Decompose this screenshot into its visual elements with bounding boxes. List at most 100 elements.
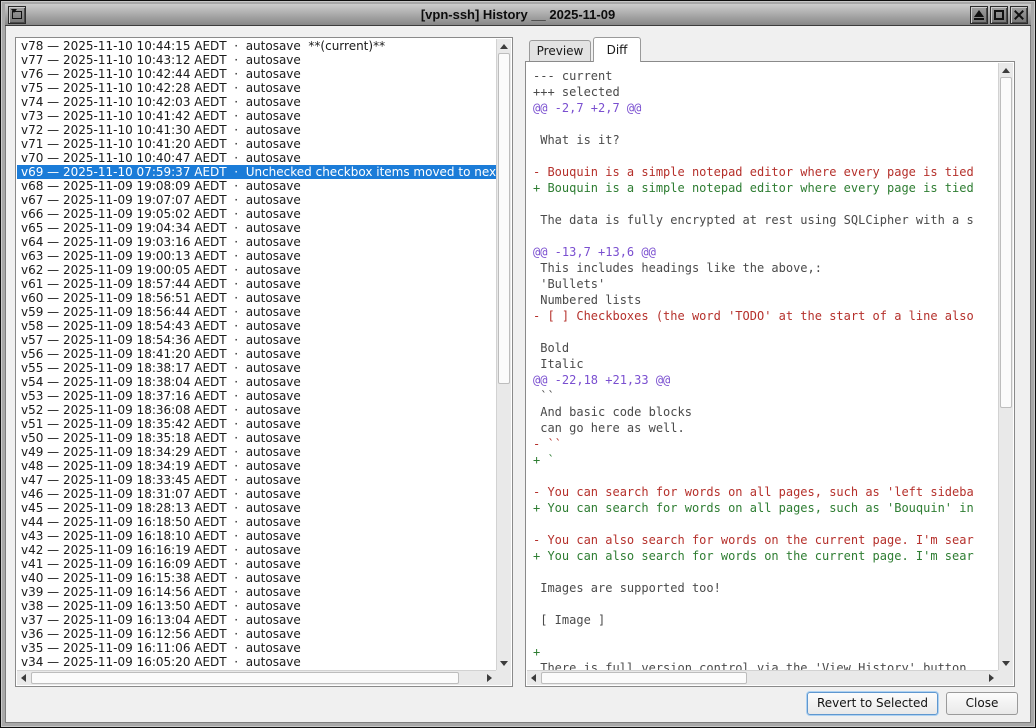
history-row[interactable]: v48 — 2025-11-09 18:34:19 AEDT · autosav… (17, 459, 496, 473)
diff-line: +++ selected (533, 84, 998, 100)
history-row[interactable]: v47 — 2025-11-09 18:33:45 AEDT · autosav… (17, 473, 496, 487)
close-button[interactable]: Close (946, 692, 1018, 715)
diff-line: There is full version control via the 'V… (533, 660, 998, 670)
history-row[interactable]: v78 — 2025-11-10 10:44:15 AEDT · autosav… (17, 39, 496, 53)
scroll-up-arrow-icon[interactable] (999, 63, 1014, 77)
diff-line: This includes headings like the above,: (533, 260, 998, 276)
version-history-list[interactable]: v78 — 2025-11-10 10:44:15 AEDT · autosav… (15, 37, 513, 687)
history-row[interactable]: v51 — 2025-11-09 18:35:42 AEDT · autosav… (17, 417, 496, 431)
history-row[interactable]: v68 — 2025-11-09 19:08:09 AEDT · autosav… (17, 179, 496, 193)
tab-diff[interactable]: Diff (593, 37, 641, 62)
history-row[interactable]: v36 — 2025-11-09 16:12:56 AEDT · autosav… (17, 627, 496, 641)
diff-line: 'Bullets' (533, 276, 998, 292)
history-row[interactable]: v53 — 2025-11-09 18:37:16 AEDT · autosav… (17, 389, 496, 403)
history-row[interactable]: v62 — 2025-11-09 19:00:05 AEDT · autosav… (17, 263, 496, 277)
history-row[interactable]: v73 — 2025-11-10 10:41:42 AEDT · autosav… (17, 109, 496, 123)
history-row[interactable]: v56 — 2025-11-09 18:41:20 AEDT · autosav… (17, 347, 496, 361)
diff-line (533, 516, 998, 532)
diff-line: + You can search for words on all pages,… (533, 500, 998, 516)
history-row[interactable]: v43 — 2025-11-09 16:18:10 AEDT · autosav… (17, 529, 496, 543)
diff-line: [ Image ] (533, 612, 998, 628)
history-row[interactable]: v35 — 2025-11-09 16:11:06 AEDT · autosav… (17, 641, 496, 655)
history-row[interactable]: v72 — 2025-11-10 10:41:30 AEDT · autosav… (17, 123, 496, 137)
close-window-button[interactable] (1010, 6, 1028, 24)
history-row[interactable]: v57 — 2025-11-09 18:54:36 AEDT · autosav… (17, 333, 496, 347)
history-hscroll-thumb[interactable] (31, 672, 459, 684)
diff-line: - Bouquin is a simple notepad editor whe… (533, 164, 998, 180)
history-row[interactable]: v64 — 2025-11-09 19:03:16 AEDT · autosav… (17, 235, 496, 249)
history-vertical-scrollbar[interactable] (496, 39, 511, 670)
titlebar[interactable]: [vpn-ssh] History __ 2025-11-09 (5, 4, 1031, 26)
history-dialog-window: [vpn-ssh] History __ 2025-11-09 v78 — 20… (0, 0, 1036, 728)
history-row[interactable]: v67 — 2025-11-09 19:07:07 AEDT · autosav… (17, 193, 496, 207)
history-row[interactable]: v70 — 2025-11-10 10:40:47 AEDT · autosav… (17, 151, 496, 165)
history-row[interactable]: v41 — 2025-11-09 16:16:09 AEDT · autosav… (17, 557, 496, 571)
scroll-left-arrow-icon[interactable] (17, 671, 31, 686)
diff-line: Italic (533, 356, 998, 372)
history-vscroll-thumb[interactable] (498, 53, 510, 384)
revert-to-selected-button[interactable]: Revert to Selected (807, 692, 938, 715)
history-row[interactable]: v74 — 2025-11-10 10:42:03 AEDT · autosav… (17, 95, 496, 109)
scroll-down-arrow-icon[interactable] (497, 656, 512, 670)
history-row[interactable]: v60 — 2025-11-09 18:56:51 AEDT · autosav… (17, 291, 496, 305)
history-row[interactable]: v34 — 2025-11-09 16:05:20 AEDT · autosav… (17, 655, 496, 669)
history-row[interactable]: v39 — 2025-11-09 16:14:56 AEDT · autosav… (17, 585, 496, 599)
scroll-right-arrow-icon[interactable] (482, 671, 496, 686)
diff-line (533, 116, 998, 132)
diff-line (533, 468, 998, 484)
scroll-right-arrow-icon[interactable] (984, 671, 998, 686)
tab-preview[interactable]: Preview (529, 40, 591, 61)
history-row[interactable]: v38 — 2025-11-09 16:13:50 AEDT · autosav… (17, 599, 496, 613)
history-row[interactable]: v45 — 2025-11-09 18:28:13 AEDT · autosav… (17, 501, 496, 515)
history-row[interactable]: v40 — 2025-11-09 16:15:38 AEDT · autosav… (17, 571, 496, 585)
history-row[interactable]: v76 — 2025-11-10 10:42:44 AEDT · autosav… (17, 67, 496, 81)
scroll-up-arrow-icon[interactable] (497, 39, 512, 53)
diff-line (533, 596, 998, 612)
history-row[interactable]: v46 — 2025-11-09 18:31:07 AEDT · autosav… (17, 487, 496, 501)
diff-line (533, 564, 998, 580)
maximize-button[interactable] (990, 6, 1008, 24)
diff-line (533, 228, 998, 244)
scroll-left-arrow-icon[interactable] (527, 671, 541, 686)
diff-line: @@ -22,18 +21,33 @@ (533, 372, 998, 388)
diff-line: Numbered lists (533, 292, 998, 308)
history-row[interactable]: v66 — 2025-11-09 19:05:02 AEDT · autosav… (17, 207, 496, 221)
diff-line: Bold (533, 340, 998, 356)
diff-line: + You can also search for words on the c… (533, 548, 998, 564)
history-row[interactable]: v52 — 2025-11-09 18:36:08 AEDT · autosav… (17, 403, 496, 417)
history-row[interactable]: v54 — 2025-11-09 18:38:04 AEDT · autosav… (17, 375, 496, 389)
history-row[interactable]: v63 — 2025-11-09 19:00:13 AEDT · autosav… (17, 249, 496, 263)
history-row[interactable]: v42 — 2025-11-09 16:16:19 AEDT · autosav… (17, 543, 496, 557)
diff-horizontal-scrollbar[interactable] (527, 670, 998, 685)
diff-line: The data is fully encrypted at rest usin… (533, 212, 998, 228)
diff-line: + (533, 644, 998, 660)
diff-line: --- current (533, 68, 998, 84)
diff-line (533, 628, 998, 644)
diff-line (533, 324, 998, 340)
history-horizontal-scrollbar[interactable] (17, 670, 496, 685)
diff-vscroll-thumb[interactable] (1000, 77, 1012, 408)
history-row[interactable]: v44 — 2025-11-09 16:18:50 AEDT · autosav… (17, 515, 496, 529)
diff-line: Images are supported too! (533, 580, 998, 596)
diff-hscroll-thumb[interactable] (541, 672, 747, 684)
history-row[interactable]: v75 — 2025-11-10 10:42:28 AEDT · autosav… (17, 81, 496, 95)
history-row[interactable]: v58 — 2025-11-09 18:54:43 AEDT · autosav… (17, 319, 496, 333)
history-row[interactable]: v49 — 2025-11-09 18:34:29 AEDT · autosav… (17, 445, 496, 459)
history-row[interactable]: v61 — 2025-11-09 18:57:44 AEDT · autosav… (17, 277, 496, 291)
history-row[interactable]: v50 — 2025-11-09 18:35:18 AEDT · autosav… (17, 431, 496, 445)
diff-panel[interactable]: --- current+++ selected@@ -2,7 +2,7 @@ W… (525, 61, 1015, 687)
diff-vertical-scrollbar[interactable] (998, 63, 1013, 670)
history-row[interactable]: v77 — 2025-11-10 10:43:12 AEDT · autosav… (17, 53, 496, 67)
scroll-down-arrow-icon[interactable] (999, 656, 1014, 670)
history-row[interactable]: v69 — 2025-11-10 07:59:37 AEDT · Uncheck… (17, 165, 496, 179)
history-row[interactable]: v71 — 2025-11-10 10:41:20 AEDT · autosav… (17, 137, 496, 151)
shade-button[interactable] (970, 6, 988, 24)
history-row[interactable]: v59 — 2025-11-09 18:56:44 AEDT · autosav… (17, 305, 496, 319)
history-row[interactable]: v37 — 2025-11-09 16:13:04 AEDT · autosav… (17, 613, 496, 627)
diff-line: can go here as well. (533, 420, 998, 436)
diff-line: And basic code blocks (533, 404, 998, 420)
diff-line: @@ -13,7 +13,6 @@ (533, 244, 998, 260)
history-row[interactable]: v65 — 2025-11-09 19:04:34 AEDT · autosav… (17, 221, 496, 235)
diff-line: `` (533, 388, 998, 404)
history-row[interactable]: v55 — 2025-11-09 18:38:17 AEDT · autosav… (17, 361, 496, 375)
